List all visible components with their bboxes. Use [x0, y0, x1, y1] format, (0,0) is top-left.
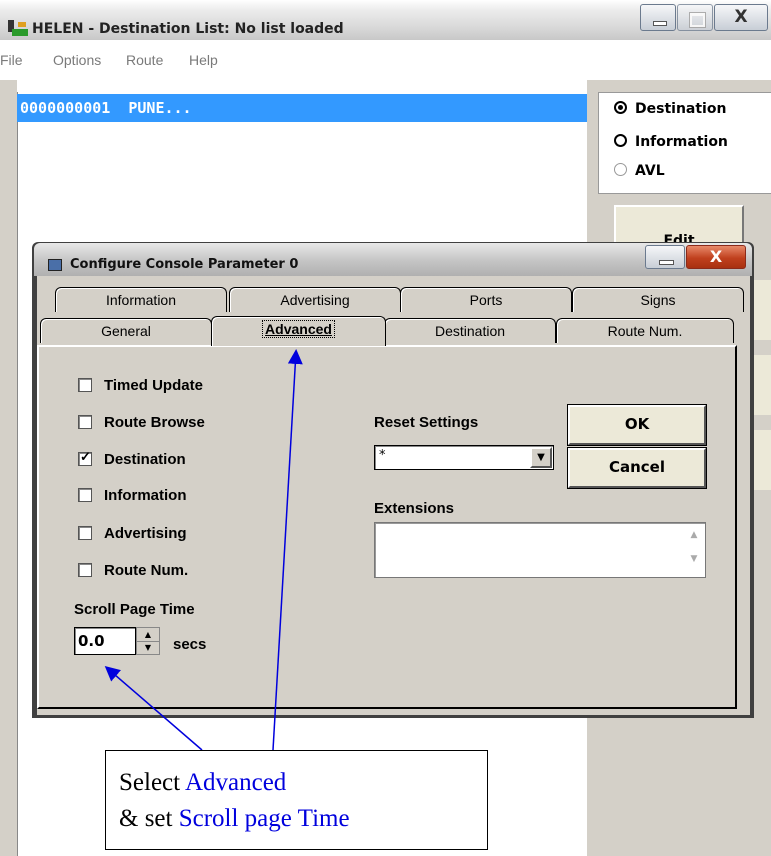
radio-selected-icon — [614, 101, 627, 114]
reset-settings-select[interactable]: * — [374, 445, 554, 470]
radio-icon — [614, 134, 627, 147]
dialog-app-icon — [48, 259, 62, 271]
checkbox-label: Timed Update — [104, 377, 203, 394]
callout-text: & set — [119, 805, 179, 832]
callout-line-1: Select Advanced — [119, 765, 487, 801]
menu-route[interactable]: Route — [126, 52, 163, 68]
tab-advanced-label: Advanced — [262, 320, 335, 338]
radio-label: Destination — [635, 101, 727, 117]
radio-icon — [614, 163, 627, 176]
checkbox-advertising[interactable]: Advertising — [78, 525, 187, 542]
checkbox-information[interactable]: Information — [78, 487, 187, 504]
radio-destination[interactable]: Destination — [614, 101, 726, 117]
scroll-page-time-input[interactable]: 0.0 — [74, 627, 136, 655]
dialog-title: Configure Console Parameter 0 — [70, 257, 299, 272]
minimize-button[interactable] — [640, 4, 676, 31]
radio-avl[interactable]: AVL — [614, 163, 665, 179]
spin-down-icon[interactable]: ▼ — [137, 641, 159, 654]
checkbox-icon — [78, 526, 92, 540]
cancel-button[interactable]: Cancel — [567, 447, 707, 489]
extensions-textarea[interactable] — [374, 522, 706, 578]
reset-settings-label: Reset Settings — [374, 414, 479, 431]
checkbox-icon — [78, 488, 92, 502]
menu-options[interactable]: Options — [53, 52, 101, 68]
tab-signs[interactable]: Signs — [572, 287, 744, 312]
tab-destination[interactable]: Destination — [384, 318, 556, 343]
menu-help[interactable]: Help — [189, 52, 218, 68]
maximize-button[interactable] — [677, 4, 713, 31]
menu-file[interactable]: File — [0, 52, 23, 68]
list-item[interactable]: 0000000001 PUNE... — [17, 94, 587, 122]
checkbox-label: Information — [104, 487, 187, 504]
scroll-page-time-spinner[interactable]: ▲ ▼ — [136, 627, 160, 655]
dropdown-arrow-icon[interactable]: ▼ — [530, 447, 552, 468]
callout-highlight: Advanced — [184, 769, 287, 796]
scroll-down-icon[interactable]: ▼ — [684, 554, 704, 564]
radio-information[interactable]: Information — [614, 134, 728, 150]
extensions-scrollbar[interactable]: ▲ ▼ — [684, 524, 704, 576]
checkbox-destination[interactable]: Destination — [78, 449, 186, 468]
checkbox-icon — [78, 415, 92, 429]
app-icon — [8, 20, 28, 36]
scroll-page-time-label: Scroll Page Time — [74, 601, 195, 618]
window-title: HELEN - Destination List: No list loaded — [32, 21, 344, 37]
close-button[interactable]: X — [714, 4, 768, 31]
tab-advertising[interactable]: Advertising — [229, 287, 401, 312]
callout-line-2: & set Scroll page Time — [119, 801, 487, 837]
callout-text: Select — [119, 769, 185, 796]
ok-button[interactable]: OK — [567, 404, 707, 446]
checkbox-route-num[interactable]: Route Num. — [78, 562, 188, 579]
checkbox-icon — [78, 378, 92, 392]
tab-advanced[interactable]: Advanced — [211, 316, 386, 346]
tab-ports[interactable]: Ports — [400, 287, 572, 312]
dialog-close-button[interactable]: X — [686, 245, 746, 269]
checkbox-icon — [78, 563, 92, 577]
radio-label: AVL — [635, 163, 665, 179]
checkbox-route-browse[interactable]: Route Browse — [78, 414, 205, 431]
secs-unit-label: secs — [173, 636, 207, 653]
extensions-label: Extensions — [374, 500, 455, 517]
callout-highlight: Scroll page Time — [178, 805, 350, 832]
scroll-up-icon[interactable]: ▲ — [684, 530, 704, 540]
tab-route-num[interactable]: Route Num. — [556, 318, 734, 343]
checkbox-checked-icon — [78, 449, 92, 466]
instruction-callout: Select Advanced & set Scroll page Time — [105, 750, 488, 850]
checkbox-label: Route Browse — [104, 414, 205, 431]
dialog-minimize-button[interactable] — [645, 245, 685, 269]
menubar: File Options Route Help — [0, 52, 771, 74]
tab-information[interactable]: Information — [55, 287, 227, 312]
spin-up-icon[interactable]: ▲ — [137, 628, 159, 642]
window-left-edge — [0, 80, 17, 856]
radio-label: Information — [635, 134, 728, 150]
tab-general[interactable]: General — [40, 318, 212, 343]
checkbox-label: Advertising — [104, 525, 187, 542]
checkbox-label: Destination — [104, 451, 186, 468]
checkbox-timed-update[interactable]: Timed Update — [78, 377, 203, 394]
checkbox-label: Route Num. — [104, 562, 189, 579]
